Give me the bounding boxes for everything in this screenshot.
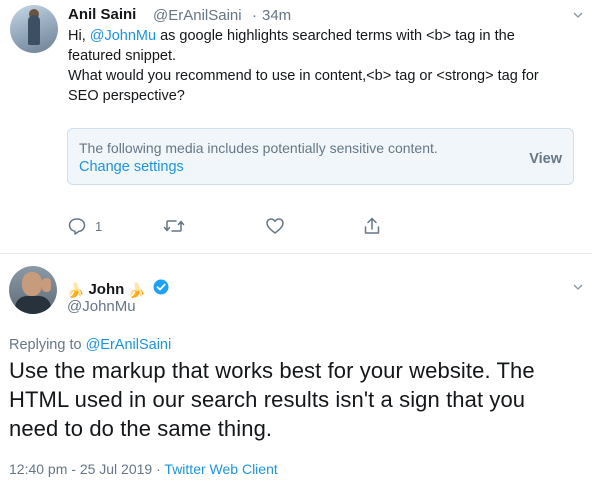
sensitive-media-text: The following media includes potentially… xyxy=(79,140,438,156)
meta-separator: · xyxy=(252,7,257,24)
reply-button[interactable]: 1 xyxy=(67,215,102,237)
retweet-button[interactable] xyxy=(163,215,185,237)
tweet-timestamp[interactable]: 34m xyxy=(262,7,291,24)
author-handle[interactable]: @JohnMu xyxy=(67,298,136,315)
share-icon xyxy=(362,216,382,236)
like-button[interactable] xyxy=(265,215,285,237)
view-media-button[interactable]: View xyxy=(529,151,562,167)
author-name[interactable]: John xyxy=(88,281,124,298)
chevron-down-icon[interactable] xyxy=(573,10,583,20)
tweet-divider xyxy=(0,253,592,254)
tweet-footer: 12:40 pm - 25 Jul 2019 · Twitter Web Cli… xyxy=(9,461,278,477)
reply-count: 1 xyxy=(95,218,103,234)
author-avatar[interactable] xyxy=(10,5,58,53)
verified-badge-icon xyxy=(153,279,169,300)
tweet-text: Use the markup that works best for your … xyxy=(9,358,535,441)
author-handle[interactable]: @ErAnilSaini xyxy=(153,7,242,24)
replying-to: Replying to @ErAnilSaini xyxy=(9,337,171,353)
share-button[interactable] xyxy=(362,215,382,237)
author-name-row[interactable]: 🍌 John 🍌 xyxy=(67,279,169,300)
author-name[interactable]: Anil Saini xyxy=(68,6,136,23)
retweet-icon xyxy=(163,216,185,236)
chevron-down-icon[interactable] xyxy=(573,282,583,292)
mention-link[interactable]: @JohnMu xyxy=(90,28,156,44)
tweet-timestamp[interactable]: 12:40 pm - 25 Jul 2019 xyxy=(9,461,152,477)
client-link[interactable]: Twitter Web Client xyxy=(164,461,277,477)
like-icon xyxy=(265,216,285,236)
banana-emoji: 🍌 xyxy=(128,281,146,298)
reply-icon xyxy=(67,216,87,236)
tweet-text: Hi, @JohnMu as google highlights searche… xyxy=(68,26,568,106)
banana-emoji: 🍌 xyxy=(67,281,85,298)
replying-to-link[interactable]: @ErAnilSaini xyxy=(86,337,172,353)
replying-prefix: Replying to xyxy=(9,337,86,353)
footer-separator: · xyxy=(152,461,165,477)
author-avatar[interactable] xyxy=(9,266,57,314)
sensitive-media-notice: The following media includes potentially… xyxy=(67,128,574,185)
tweet-text-prefix: Hi, xyxy=(68,28,90,44)
change-settings-link[interactable]: Change settings xyxy=(79,159,184,175)
